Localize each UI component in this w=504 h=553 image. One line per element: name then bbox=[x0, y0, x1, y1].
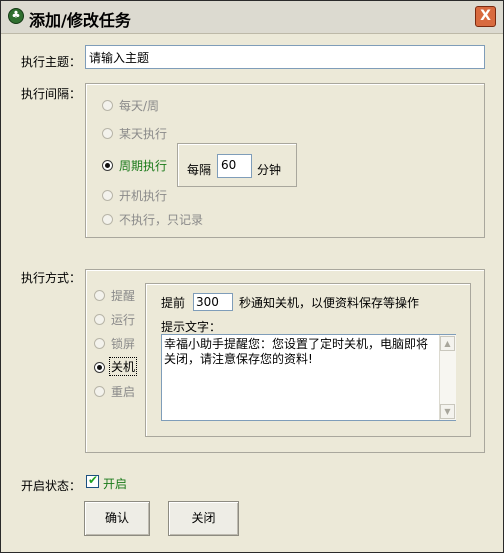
subject-label: 执行主题： bbox=[21, 55, 82, 69]
interval-radio-some-day[interactable] bbox=[102, 128, 113, 139]
tip-textarea[interactable]: 幸福小助手提醒您：您设置了定时关机，电脑即将关闭，请注意保存您的资料! ▲ ▼ bbox=[161, 334, 456, 421]
interval-radio-daily-weekly[interactable] bbox=[102, 100, 113, 111]
mode-option-restart[interactable]: 重启 bbox=[111, 383, 135, 400]
period-input-value: 60 bbox=[221, 158, 237, 172]
period-input[interactable]: 60 bbox=[217, 154, 252, 178]
checkmark-icon: ✔ bbox=[88, 473, 99, 487]
subject-input-text: 请输入主题 bbox=[89, 51, 150, 65]
tip-scrollbar[interactable]: ▲ ▼ bbox=[439, 335, 456, 420]
close-window-button[interactable]: X bbox=[475, 6, 496, 27]
tip-textarea-text: 幸福小助手提醒您：您设置了定时关机，电脑即将关闭，请注意保存您的资料! bbox=[164, 337, 429, 366]
status-checkbox-label[interactable]: 开启 bbox=[103, 475, 127, 492]
mode-radio-lock[interactable] bbox=[94, 338, 105, 349]
interval-option-periodic[interactable]: 周期执行 bbox=[119, 157, 167, 174]
interval-option-record-only[interactable]: 不执行，只记录 bbox=[119, 211, 203, 228]
app-icon: ♣ bbox=[8, 8, 24, 24]
window-title: 添加/修改任务 bbox=[29, 11, 131, 30]
status-label: 开启状态： bbox=[21, 479, 82, 493]
interval-radio-periodic[interactable] bbox=[102, 160, 113, 171]
interval-label: 执行间隔： bbox=[21, 87, 82, 101]
interval-option-on-boot[interactable]: 开机执行 bbox=[119, 187, 167, 204]
mode-radio-restart[interactable] bbox=[94, 386, 105, 397]
mode-option-run[interactable]: 运行 bbox=[111, 311, 135, 328]
mode-radio-shutdown[interactable] bbox=[94, 362, 105, 373]
notice-seconds-input[interactable]: 300 bbox=[193, 293, 233, 311]
status-checkbox[interactable]: ✔ bbox=[86, 473, 99, 488]
interval-option-daily-weekly[interactable]: 每天/周 bbox=[119, 97, 159, 114]
scroll-up-icon[interactable]: ▲ bbox=[440, 336, 455, 351]
mode-option-shutdown[interactable]: 关机 bbox=[109, 357, 138, 376]
subject-input[interactable]: 请输入主题 bbox=[85, 45, 485, 69]
close-button[interactable]: 关闭 bbox=[168, 501, 239, 536]
mode-option-remind[interactable]: 提醒 bbox=[111, 287, 135, 304]
title-bar[interactable]: ♣ 添加/修改任务 X bbox=[1, 1, 503, 34]
confirm-button[interactable]: 确认 bbox=[84, 501, 150, 536]
dialog-window: ♣ 添加/修改任务 X 执行主题： 请输入主题 执行间隔： 每天/周 某天执行 … bbox=[0, 0, 504, 553]
notice-seconds-value: 300 bbox=[196, 295, 219, 309]
period-prefix: 每隔 bbox=[187, 163, 212, 177]
mode-option-lock[interactable]: 锁屏 bbox=[111, 335, 135, 352]
mode-label: 执行方式： bbox=[21, 271, 82, 285]
interval-option-some-day[interactable]: 某天执行 bbox=[119, 125, 167, 142]
notice-prefix: 提前 bbox=[161, 296, 186, 310]
mode-radio-remind[interactable] bbox=[94, 290, 105, 301]
tip-label: 提示文字： bbox=[161, 320, 222, 334]
mode-radio-run[interactable] bbox=[94, 314, 105, 325]
scroll-down-icon[interactable]: ▼ bbox=[440, 404, 455, 419]
notice-suffix: 秒通知关机，以便资料保存等操作 bbox=[239, 296, 420, 310]
interval-radio-record-only[interactable] bbox=[102, 214, 113, 225]
interval-radio-on-boot[interactable] bbox=[102, 190, 113, 201]
period-unit: 分钟 bbox=[257, 163, 282, 177]
